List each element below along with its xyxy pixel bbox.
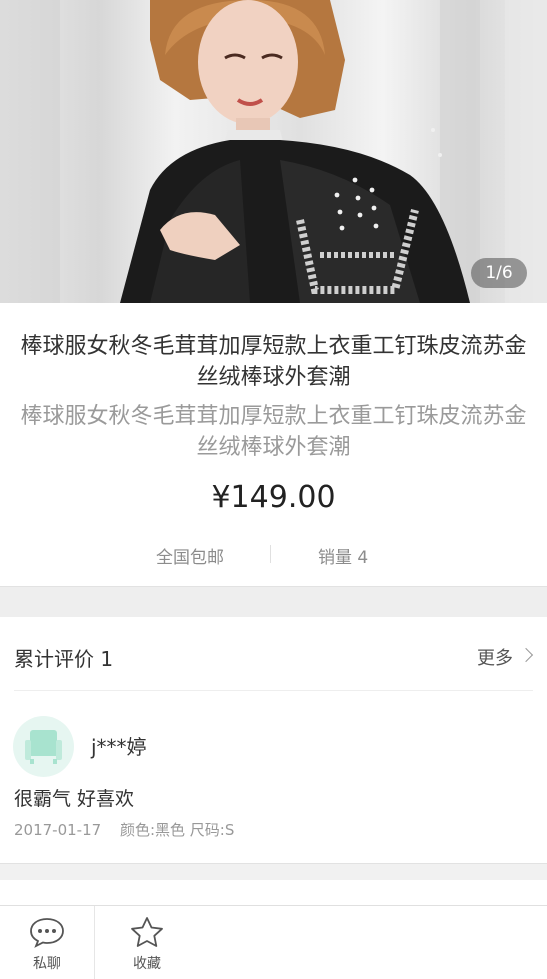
star-icon bbox=[131, 917, 163, 947]
divider bbox=[14, 690, 533, 691]
reviews-section: 累计评价 1 更多 j***婷 很霸气 好喜欢 2017-01-17 颜色:黑色… bbox=[0, 617, 547, 863]
sales-count: 销量 4 bbox=[318, 548, 369, 568]
review-date: 2017-01-17 bbox=[14, 821, 102, 839]
review-meta: 2017-01-17 颜色:黑色 尺码:S bbox=[14, 819, 248, 840]
bottom-action-bar: 私聊 收藏 bbox=[0, 905, 547, 979]
review-spec: 颜色:黑色 尺码:S bbox=[119, 821, 235, 839]
product-title: 棒球服女秋冬毛茸茸加厚短款上衣重工钉珠皮流苏金丝绒棒球外套潮 bbox=[20, 334, 527, 390]
meta-divider bbox=[270, 545, 271, 563]
avatar bbox=[13, 716, 74, 777]
product-meta-row: 全国包邮 销量 4 bbox=[0, 539, 547, 569]
favorite-label: 收藏 bbox=[133, 956, 161, 972]
content-area bbox=[0, 880, 547, 905]
armchair-icon bbox=[25, 730, 62, 764]
chat-button[interactable]: 私聊 bbox=[0, 906, 94, 979]
product-image-carousel[interactable]: 1/6 bbox=[0, 0, 547, 303]
section-gap bbox=[0, 863, 547, 880]
favorite-button[interactable]: 收藏 bbox=[100, 906, 194, 979]
shipping-info: 全国包邮 bbox=[156, 548, 224, 568]
chat-bubble-icon bbox=[30, 918, 64, 948]
image-page-indicator: 1/6 bbox=[471, 258, 527, 288]
product-info: 棒球服女秋冬毛茸茸加厚短款上衣重工钉珠皮流苏金丝绒棒球外套潮 棒球服女秋冬毛茸茸… bbox=[0, 303, 547, 586]
reviews-more-link[interactable]: 更多 bbox=[477, 644, 513, 670]
bar-divider bbox=[94, 906, 95, 979]
section-gap bbox=[0, 586, 547, 618]
chevron-right-icon[interactable] bbox=[518, 647, 534, 663]
product-photo bbox=[0, 0, 547, 303]
chat-label: 私聊 bbox=[33, 956, 61, 972]
review-text: 很霸气 好喜欢 bbox=[14, 788, 135, 810]
reviewer-name: j***婷 bbox=[91, 735, 147, 759]
product-price: ¥149.00 bbox=[211, 480, 336, 515]
product-subtitle: 棒球服女秋冬毛茸茸加厚短款上衣重工钉珠皮流苏金丝绒棒球外套潮 bbox=[20, 404, 527, 460]
reviews-title: 累计评价 1 bbox=[14, 647, 114, 671]
